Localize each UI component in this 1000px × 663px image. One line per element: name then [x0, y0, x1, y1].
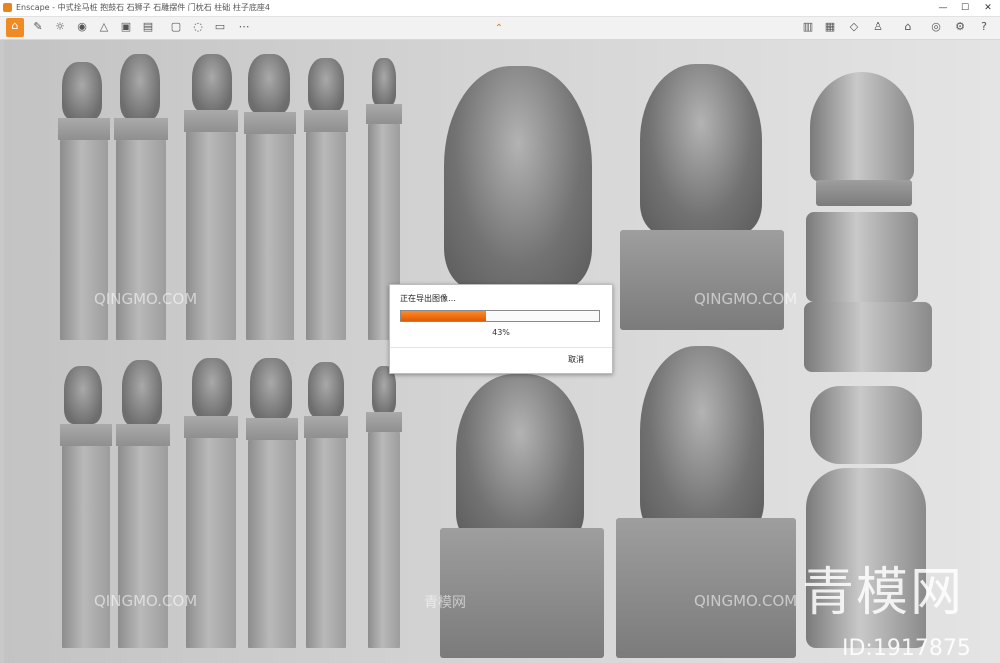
watermark-id: ID:1917875	[842, 636, 971, 661]
enscape-logo-icon	[3, 3, 12, 12]
watermark: QINGMO.COM	[94, 290, 198, 308]
stone-figure	[64, 366, 102, 424]
hitching-post	[186, 438, 236, 648]
window-title: Enscape - 中式拴马桩 抱鼓石 石狮子 石雕摆件 门枕石 柱础 柱子底座…	[16, 3, 270, 12]
toolbar: ⌂ ✎ ☼ ◉ △ ▣ ▤ ▢ ◌ ▭ ⋯ ⌃ ▥ ▦ ◇ ♙ ⌂ ◎ ⚙ ?	[0, 17, 1000, 40]
stone-figure	[250, 358, 292, 420]
hitching-post	[248, 440, 296, 648]
large-stone-lion	[444, 66, 592, 288]
column-base	[806, 212, 918, 302]
panorama-icon[interactable]: ◌	[190, 19, 206, 35]
pillar-cap	[60, 424, 112, 446]
close-button[interactable]: ✕	[977, 0, 999, 16]
hitching-post	[306, 132, 346, 340]
progress-fill	[401, 311, 487, 321]
column-base	[810, 386, 922, 464]
stone-lion-figure	[192, 358, 232, 418]
pillar-cap	[184, 416, 238, 438]
app-name: Enscape	[16, 3, 50, 12]
pillar-cap	[116, 424, 170, 446]
stone-figure	[120, 54, 160, 120]
title-bar: Enscape - 中式拴马桩 抱鼓石 石狮子 石雕摆件 门枕石 柱础 柱子底座…	[0, 0, 1000, 17]
hitching-post	[306, 438, 346, 648]
watermark: QINGMO.COM	[94, 592, 198, 610]
pillar-cap	[58, 118, 110, 140]
large-stone-lion	[640, 64, 762, 234]
asset-icon[interactable]: ▭	[212, 19, 228, 35]
stone-lion-figure	[308, 58, 344, 112]
stone-figure	[248, 54, 290, 114]
document-title: 中式拴马桩 抱鼓石 石狮子 石雕摆件 门枕石 柱础 柱子底座4	[57, 3, 270, 12]
drum-stone	[810, 72, 914, 182]
lion-pedestal	[620, 230, 784, 330]
batch-icon[interactable]: ▤	[140, 19, 156, 35]
capture-icon[interactable]: ▣	[118, 19, 134, 35]
walk-icon[interactable]: ✎	[30, 19, 46, 35]
large-stone-lion	[640, 346, 764, 536]
view-icon[interactable]: △	[96, 19, 112, 35]
collapse-toolbar-icon[interactable]: ⌃	[492, 21, 506, 35]
minimize-button[interactable]: —	[932, 0, 954, 16]
screenshot-icon[interactable]: ▦	[822, 19, 838, 35]
progress-percent: 43%	[492, 328, 510, 337]
hitching-post	[246, 134, 294, 340]
hitching-post	[186, 132, 236, 340]
hitching-post	[116, 140, 166, 340]
stone-lion-figure	[308, 362, 344, 418]
pillar-cap	[366, 104, 402, 124]
column-base	[804, 302, 932, 372]
book-icon[interactable]: ▥	[800, 19, 816, 35]
home-icon[interactable]: ⌂	[6, 18, 24, 37]
pillar-cap	[184, 110, 238, 132]
cube-icon[interactable]: ◇	[846, 19, 862, 35]
house-icon[interactable]: ⌂	[900, 19, 916, 35]
hitching-post	[118, 446, 168, 648]
stone-figure	[62, 62, 102, 120]
eye-icon[interactable]: ◉	[74, 19, 90, 35]
pillar-cap	[304, 416, 348, 438]
watermark: QINGMO.COM	[694, 592, 798, 610]
stone-figure	[372, 58, 396, 106]
more-icon[interactable]: ⋯	[236, 19, 252, 35]
drum-stone-base	[816, 180, 912, 206]
stone-figure	[122, 360, 162, 426]
dialog-divider	[390, 347, 612, 348]
watermark: QINGMO.COM	[694, 290, 798, 308]
watermark-logo: 青模网	[802, 563, 965, 623]
large-stone-lion	[456, 374, 584, 544]
person-icon[interactable]: ♙	[870, 19, 886, 35]
pillar-cap	[246, 418, 298, 440]
progress-bar	[400, 310, 600, 322]
settings-icon[interactable]: ⚙	[952, 19, 968, 35]
lion-pedestal	[616, 518, 796, 658]
hitching-post	[368, 432, 400, 648]
sun-icon[interactable]: ☼	[52, 19, 68, 35]
maximize-button[interactable]: ☐	[954, 0, 976, 16]
pillar-cap	[366, 412, 402, 432]
hitching-post	[60, 140, 108, 340]
hitching-post	[62, 446, 110, 648]
watermark: 青模网	[424, 595, 466, 611]
pillar-cap	[114, 118, 168, 140]
pillar-cap	[244, 112, 296, 134]
cancel-button[interactable]: 取消	[568, 354, 584, 365]
stone-lion-figure	[192, 54, 232, 112]
help-icon[interactable]: ?	[976, 19, 992, 35]
dialog-title: 正在导出图像…	[400, 294, 456, 303]
video-icon[interactable]: ▢	[168, 19, 184, 35]
eye-icon[interactable]: ◎	[928, 19, 944, 35]
export-progress-dialog: 正在导出图像… 43% 取消	[389, 284, 613, 374]
pillar-cap	[304, 110, 348, 132]
